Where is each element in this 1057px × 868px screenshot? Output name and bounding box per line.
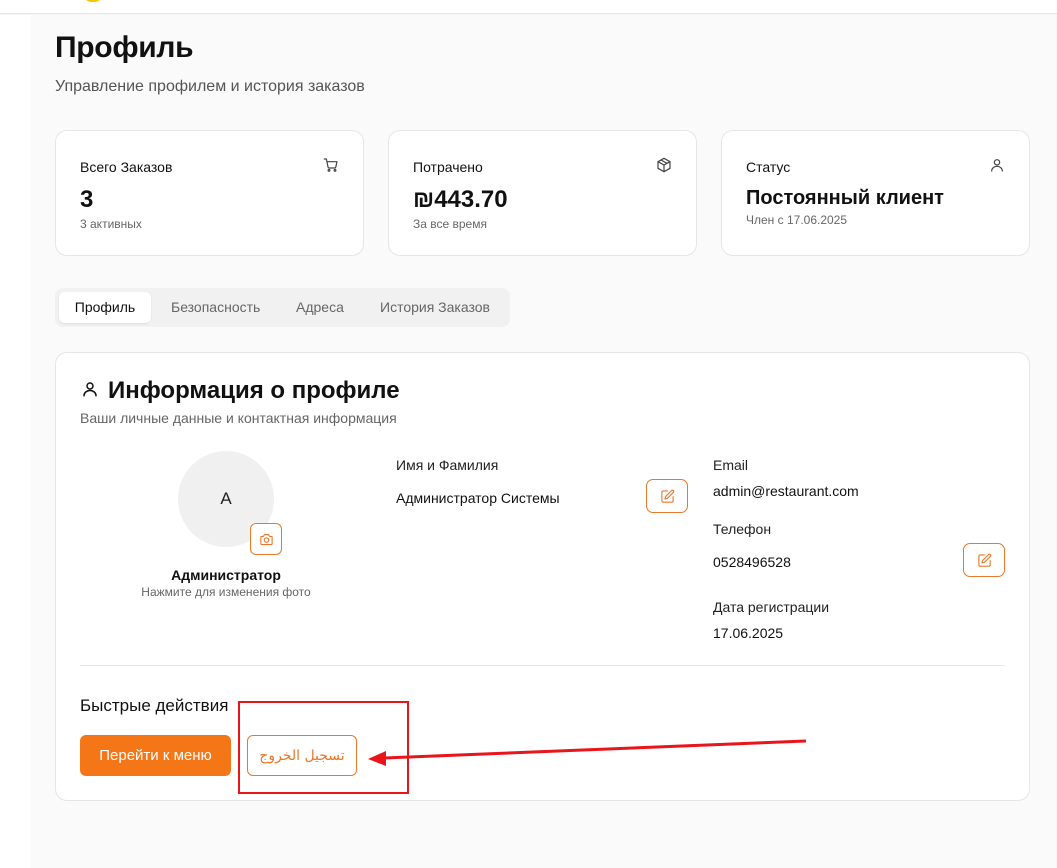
stat-value: 3 (80, 186, 94, 213)
stat-card-spent: Потрачено ₪443.70 За все время (388, 130, 697, 256)
avatar-hint: Нажмите для изменения фото (141, 585, 311, 599)
cart-icon (323, 158, 338, 172)
stat-label: Всего Заказов (80, 159, 173, 175)
stat-label: Статус (746, 159, 791, 175)
quick-actions-title: Быстрые действия (80, 696, 229, 715)
edit-icon (978, 553, 992, 567)
stat-card-orders: Всего Заказов 3 3 активных (55, 130, 364, 256)
profile-tabs: Профиль Безопасность Адреса История Зака… (55, 288, 510, 327)
divider (80, 665, 1005, 666)
user-icon (83, 382, 97, 397)
top-nav-bar (0, 0, 1057, 14)
stat-note: За все время (413, 217, 487, 231)
annotation-highlight-box (238, 701, 409, 794)
camera-icon (260, 533, 273, 546)
change-photo-button[interactable] (250, 523, 282, 555)
stat-card-status: Статус Постоянный клиент Член с 17.06.20… (721, 130, 1030, 256)
page-subtitle: Управление профилем и история заказов (55, 78, 365, 95)
tab-profile[interactable]: Профиль (59, 292, 151, 323)
email-value: admin@restaurant.com (713, 483, 859, 499)
stat-note: Член с 17.06.2025 (746, 213, 848, 227)
tab-order-history[interactable]: История Заказов (364, 292, 506, 323)
phone-label: Телефон (713, 521, 772, 537)
profile-card: Информация о профиле Ваши личные данные … (55, 352, 1030, 801)
edit-phone-button[interactable] (963, 543, 1005, 577)
tab-addresses[interactable]: Адреса (280, 292, 360, 323)
user-icon (991, 159, 1003, 172)
email-label: Email (713, 457, 749, 473)
stat-note: 3 активных (80, 217, 142, 231)
profile-card-title: Информация о профиле (108, 377, 400, 404)
page-title: Профиль (55, 31, 194, 64)
stat-label: Потрачено (413, 159, 483, 175)
avatar-name: Администратор (171, 567, 281, 583)
package-icon (657, 157, 671, 173)
registration-date-value: 17.06.2025 (713, 625, 784, 641)
phone-value: 0528496528 (713, 554, 791, 570)
edit-name-button[interactable] (646, 479, 688, 513)
registration-date-label: Дата регистрации (713, 599, 830, 615)
name-value: Администратор Системы (396, 490, 560, 506)
go-to-menu-button[interactable]: Перейти к меню (80, 735, 231, 776)
tab-security[interactable]: Безопасность (155, 292, 276, 323)
name-label: Имя и Фамилия (396, 457, 499, 473)
left-gutter (0, 15, 31, 868)
stat-value: Постоянный клиент (746, 187, 944, 209)
profile-card-subtitle: Ваши личные данные и контактная информац… (80, 410, 397, 426)
stat-value: ₪443.70 (413, 186, 508, 213)
edit-icon (661, 489, 675, 503)
logo-icon[interactable] (82, 0, 104, 2)
